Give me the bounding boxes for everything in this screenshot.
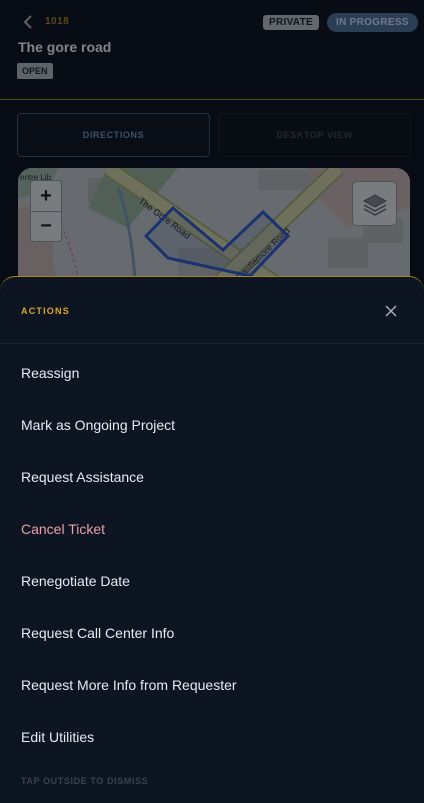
sheet-title: ACTIONS (21, 306, 70, 316)
close-icon (385, 305, 397, 317)
action-mark-ongoing-project[interactable]: Mark as Ongoing Project (0, 399, 424, 451)
action-request-more-info[interactable]: Request More Info from Requester (0, 659, 424, 711)
action-cancel-ticket[interactable]: Cancel Ticket (0, 503, 424, 555)
action-request-assistance[interactable]: Request Assistance (0, 451, 424, 503)
close-button[interactable] (381, 301, 401, 321)
dismiss-hint: TAP OUTSIDE TO DISMISS (21, 776, 149, 786)
action-renegotiate-date[interactable]: Renegotiate Date (0, 555, 424, 607)
action-reassign[interactable]: Reassign (0, 347, 424, 399)
sheet-divider (0, 343, 424, 344)
actions-sheet: ACTIONS Reassign Mark as Ongoing Project… (0, 276, 424, 803)
action-request-call-center-info[interactable]: Request Call Center Info (0, 607, 424, 659)
action-edit-utilities[interactable]: Edit Utilities (0, 711, 424, 763)
